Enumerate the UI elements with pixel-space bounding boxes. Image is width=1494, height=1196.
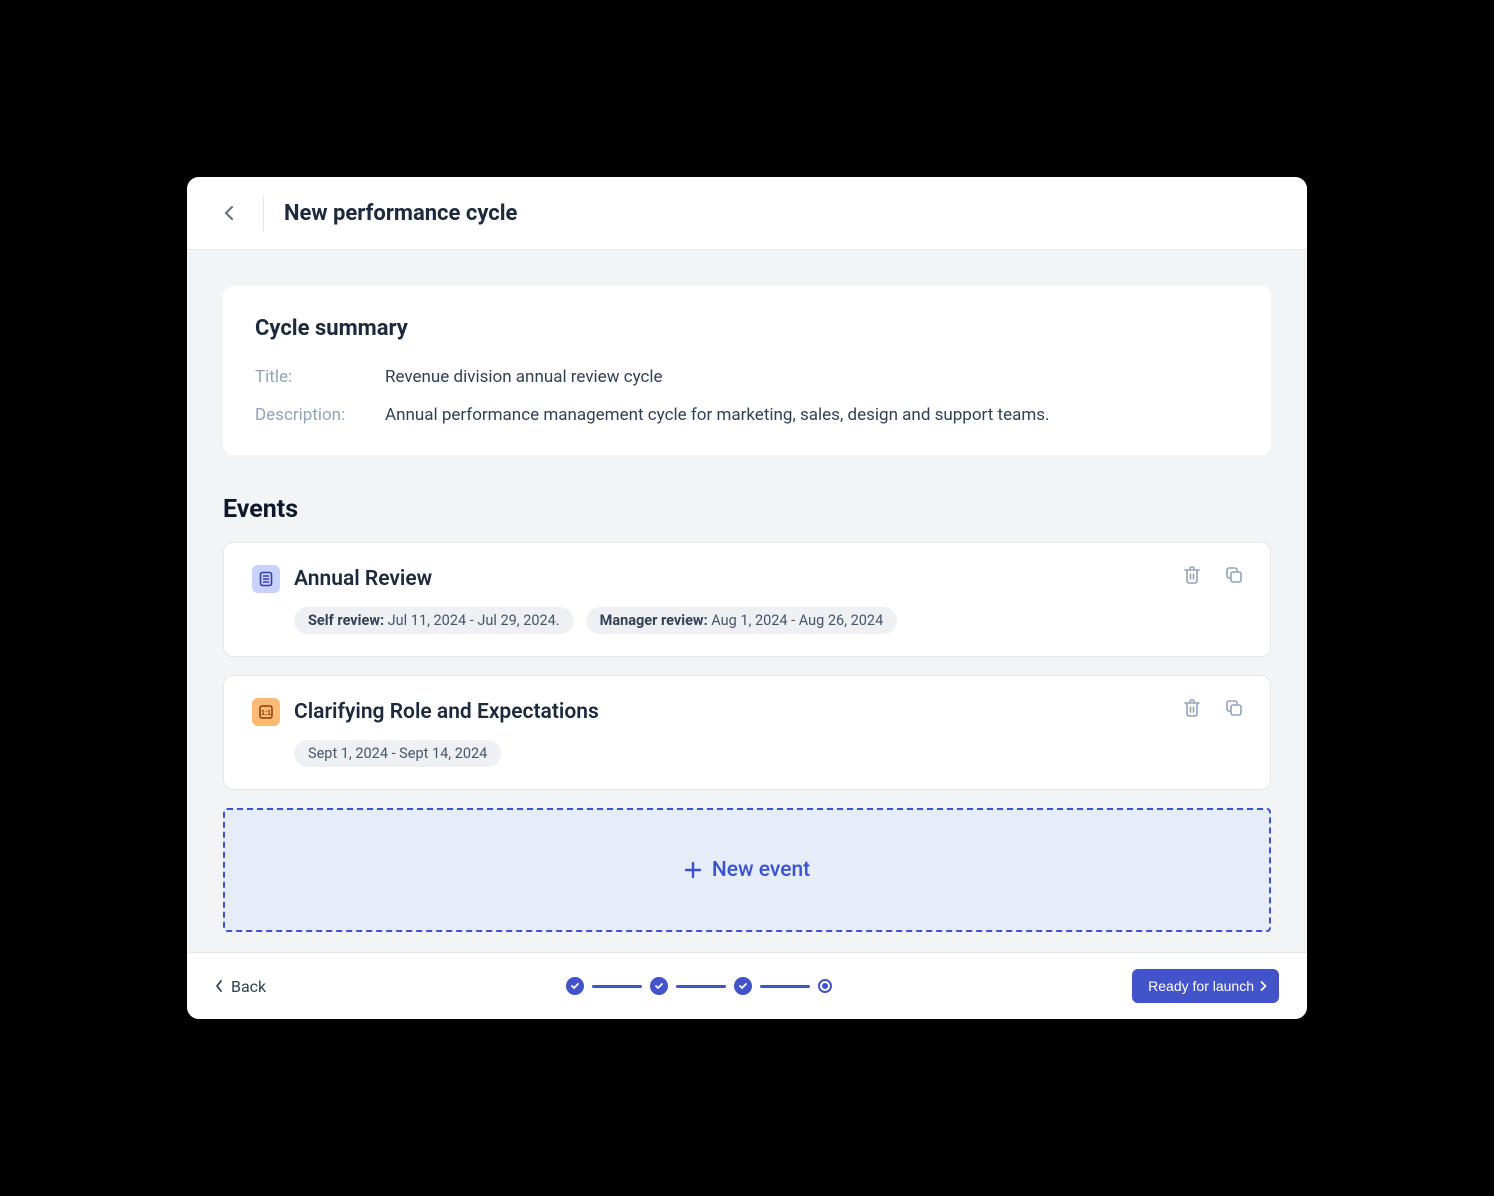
- event-card: 1:1 Clarifying Role and Expectations Sep…: [223, 675, 1271, 790]
- summary-description-value: Annual performance management cycle for …: [385, 405, 1050, 425]
- check-icon: [570, 981, 580, 991]
- duplicate-button[interactable]: [1224, 565, 1244, 585]
- step-complete[interactable]: [734, 977, 752, 995]
- event-title: Annual Review: [294, 567, 432, 591]
- pill-value: Sept 1, 2024 - Sept 14, 2024: [308, 745, 487, 762]
- footer-back-button[interactable]: Back: [215, 977, 266, 996]
- step-connector: [592, 985, 642, 988]
- event-head: 1:1 Clarifying Role and Expectations: [252, 698, 1242, 726]
- date-pill: Manager review: Aug 1, 2024 - Aug 26, 20…: [586, 607, 898, 634]
- pill-value: Aug 1, 2024 - Aug 26, 2024: [711, 612, 883, 629]
- duplicate-button[interactable]: [1224, 698, 1244, 718]
- step-complete[interactable]: [650, 977, 668, 995]
- step-complete[interactable]: [566, 977, 584, 995]
- content-area: Cycle summary Title: Revenue division an…: [187, 250, 1307, 952]
- back-button[interactable]: [215, 199, 243, 227]
- summary-description-label: Description:: [255, 405, 385, 425]
- event-head: Annual Review: [252, 565, 1242, 593]
- summary-row-description: Description: Annual performance manageme…: [255, 405, 1239, 425]
- pill-label: Self review:: [308, 612, 384, 629]
- pill-label: Manager review:: [600, 612, 708, 629]
- step-connector: [760, 985, 810, 988]
- document-icon: [252, 565, 280, 593]
- progress-stepper: [566, 977, 832, 995]
- page-title: New performance cycle: [284, 201, 517, 226]
- summary-title-value: Revenue division annual review cycle: [385, 367, 663, 387]
- one-on-one-icon: 1:1: [252, 698, 280, 726]
- chevron-left-icon: [215, 979, 223, 993]
- copy-icon: [1224, 565, 1244, 585]
- events-heading: Events: [223, 495, 1271, 524]
- summary-heading: Cycle summary: [255, 316, 1239, 341]
- check-icon: [654, 981, 664, 991]
- svg-text:1:1: 1:1: [261, 710, 271, 717]
- app-window: New performance cycle Cycle summary Titl…: [187, 177, 1307, 1019]
- copy-icon: [1224, 698, 1244, 718]
- event-card: Annual Review Self review: Jul 11, 2024 …: [223, 542, 1271, 657]
- footer-back-label: Back: [231, 977, 266, 996]
- event-actions: [1182, 565, 1244, 585]
- check-icon: [738, 981, 748, 991]
- summary-row-title: Title: Revenue division annual review cy…: [255, 367, 1239, 387]
- delete-button[interactable]: [1182, 698, 1202, 718]
- summary-title-label: Title:: [255, 367, 385, 387]
- event-actions: [1182, 698, 1244, 718]
- header-divider: [263, 195, 264, 231]
- header-bar: New performance cycle: [187, 177, 1307, 250]
- delete-button[interactable]: [1182, 565, 1202, 585]
- new-event-button[interactable]: New event: [223, 808, 1271, 932]
- step-connector: [676, 985, 726, 988]
- new-event-label: New event: [712, 858, 810, 882]
- trash-icon: [1182, 698, 1202, 718]
- chevron-right-icon: [1260, 980, 1267, 992]
- event-pill-row: Sept 1, 2024 - Sept 14, 2024: [252, 740, 1242, 767]
- event-title: Clarifying Role and Expectations: [294, 700, 599, 724]
- trash-icon: [1182, 565, 1202, 585]
- event-pill-row: Self review: Jul 11, 2024 - Jul 29, 2024…: [252, 607, 1242, 634]
- footer-bar: Back Ready for launch: [187, 952, 1307, 1019]
- ready-for-launch-button[interactable]: Ready for launch: [1132, 969, 1279, 1003]
- launch-label: Ready for launch: [1148, 978, 1254, 994]
- chevron-left-icon: [224, 205, 234, 221]
- date-pill: Self review: Jul 11, 2024 - Jul 29, 2024…: [294, 607, 574, 634]
- date-pill: Sept 1, 2024 - Sept 14, 2024: [294, 740, 501, 767]
- step-current[interactable]: [818, 979, 832, 993]
- plus-icon: [684, 861, 702, 879]
- cycle-summary-card: Cycle summary Title: Revenue division an…: [223, 286, 1271, 455]
- pill-value: Jul 11, 2024 - Jul 29, 2024.: [388, 612, 560, 629]
